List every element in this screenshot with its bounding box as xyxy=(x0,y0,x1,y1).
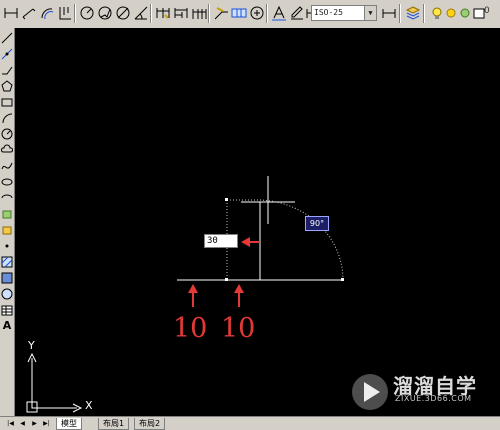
toolbar-separator xyxy=(423,4,425,23)
ucs-y-label: Y xyxy=(28,339,35,352)
ellipse-arc-icon[interactable] xyxy=(1,192,13,204)
next-tab-icon[interactable]: ▶ xyxy=(30,419,39,428)
table-icon[interactable] xyxy=(1,304,13,316)
tracking-arc xyxy=(259,199,344,281)
annotation-arrow-right-head xyxy=(234,284,244,293)
dim-aligned-icon[interactable] xyxy=(20,4,36,22)
grip-point xyxy=(225,198,228,201)
dim-angular-icon[interactable] xyxy=(132,4,148,22)
dim-edit-icon[interactable] xyxy=(270,4,286,22)
center-mark-icon[interactable] xyxy=(248,4,264,22)
region-icon[interactable] xyxy=(1,288,13,300)
dimstyle-value: ISO-25 xyxy=(314,8,343,17)
dim-arc-icon[interactable] xyxy=(38,4,54,22)
dim-text-edit-icon[interactable] xyxy=(288,4,304,22)
chevron-down-icon[interactable]: ▼ xyxy=(364,6,376,20)
hatch-icon[interactable] xyxy=(1,256,13,268)
circle-icon[interactable] xyxy=(1,128,13,140)
quick-dim-icon[interactable] xyxy=(154,4,170,22)
last-tab-icon[interactable]: ▶| xyxy=(42,419,51,428)
revision-cloud-icon[interactable] xyxy=(1,144,13,156)
drawing-geometry xyxy=(26,176,388,413)
tab-layout1[interactable]: 布局1 xyxy=(98,418,130,430)
annotation-label-left: 10 xyxy=(173,313,208,344)
tab-layout2[interactable]: 布局2 xyxy=(134,418,166,430)
quick-leader-icon[interactable] xyxy=(212,4,228,22)
grip-point xyxy=(341,278,344,281)
draw-toolbar: A xyxy=(0,28,15,416)
polygon-icon[interactable] xyxy=(1,80,13,92)
dim-baseline-icon[interactable] xyxy=(172,4,188,22)
toolbar-separator xyxy=(150,4,152,23)
dynamic-length-input[interactable]: 30 xyxy=(204,234,238,248)
first-tab-icon[interactable]: |◀ xyxy=(6,419,15,428)
drawing-canvas[interactable]: 30 90° 10 10 Y X 溜溜自学 ZIXUE.3D66.COM xyxy=(15,28,500,416)
toolbar-separator xyxy=(399,4,401,23)
gradient-icon[interactable] xyxy=(1,272,13,284)
prev-tab-icon[interactable]: ◀ xyxy=(18,419,27,428)
multiline-text-icon[interactable]: A xyxy=(1,320,13,332)
watermark-url: ZIXUE.3D66.COM xyxy=(395,394,472,403)
toolbar-separator xyxy=(208,4,210,23)
dimstyle-manager-icon[interactable] xyxy=(380,4,396,22)
dim-radius-icon[interactable] xyxy=(78,4,94,22)
ucs-axes xyxy=(31,358,77,409)
annotation-arrow-left-head xyxy=(188,284,198,293)
insert-block-icon[interactable] xyxy=(1,208,13,220)
annotation-arrow-input-head xyxy=(241,237,250,247)
point-icon[interactable] xyxy=(1,240,13,252)
layer-properties-icon[interactable] xyxy=(404,4,421,22)
annotation-label-right: 10 xyxy=(221,313,256,344)
line-icon[interactable] xyxy=(1,32,13,44)
layer-name[interactable]: 0 xyxy=(484,6,490,16)
ellipse-icon[interactable] xyxy=(1,176,13,188)
layout-tab-bar: |◀ ◀ ▶ ▶| 模型 布局1 布局2 xyxy=(0,416,500,430)
dim-continue-icon[interactable] xyxy=(190,4,207,22)
rectangle-icon[interactable] xyxy=(1,96,13,108)
dim-linear-icon[interactable] xyxy=(2,4,18,22)
construction-line-icon[interactable] xyxy=(1,48,13,60)
make-block-icon[interactable] xyxy=(1,224,13,236)
spline-icon[interactable] xyxy=(1,160,13,172)
tab-model[interactable]: 模型 xyxy=(56,418,82,430)
dim-jogged-icon[interactable] xyxy=(96,4,112,22)
polyline-icon[interactable] xyxy=(1,64,13,76)
angle-tooltip: 90° xyxy=(305,216,329,231)
dimstyle-select[interactable]: ISO-25 ▼ xyxy=(311,5,377,21)
toolbar-separator xyxy=(74,4,76,23)
tolerance-icon[interactable] xyxy=(230,4,247,22)
arc-icon[interactable] xyxy=(1,112,13,124)
dimension-toolbar: ISO-25 ▼ 0 xyxy=(0,0,500,29)
dim-ordinate-icon[interactable] xyxy=(56,4,72,22)
toolbar-separator xyxy=(266,4,268,23)
grip-point xyxy=(225,278,228,281)
ucs-x-label: X xyxy=(85,399,93,412)
dim-diameter-icon[interactable] xyxy=(114,4,130,22)
